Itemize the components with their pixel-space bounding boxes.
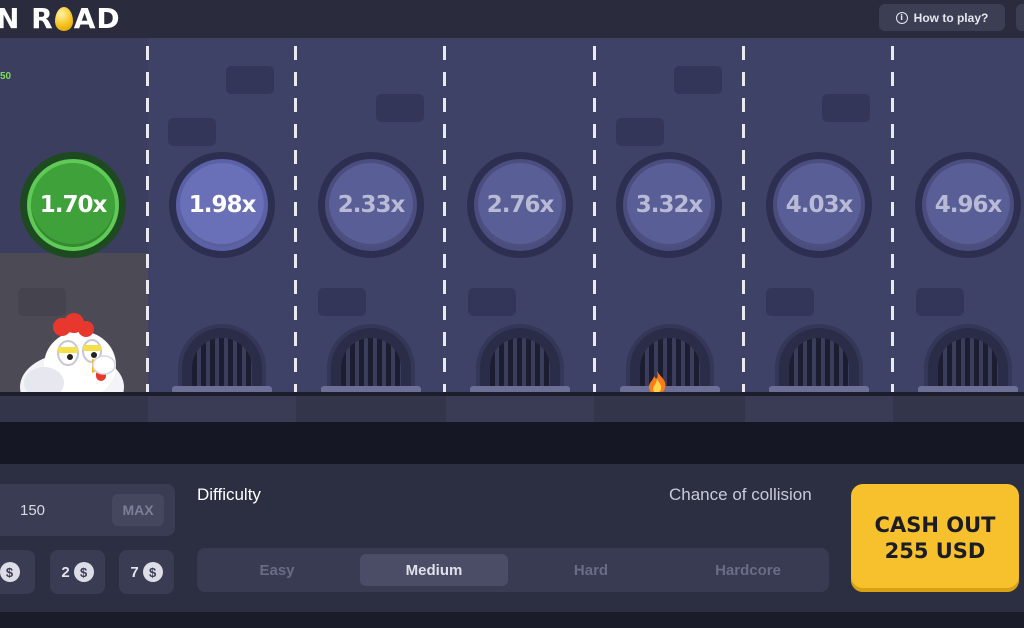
quick-bet-value: 7 bbox=[130, 563, 139, 581]
cash-out-button[interactable]: CASH OUT 255 USD bbox=[851, 484, 1019, 592]
control-panel: 150 MAX $ 2 $ 7 $ Difficulty Chance of c… bbox=[0, 464, 1024, 612]
chicken-character bbox=[20, 313, 124, 396]
logo-text-left: N R bbox=[0, 2, 54, 35]
lane-divider bbox=[891, 46, 894, 396]
game-logo: N R AD bbox=[0, 2, 121, 35]
difficulty-option-hardcore[interactable]: Hardcore bbox=[674, 554, 822, 586]
multiplier-label: 3.32x bbox=[635, 192, 704, 218]
wall-brick bbox=[18, 288, 66, 316]
road-shadow bbox=[0, 422, 1024, 464]
multiplier-label: 1.70x bbox=[39, 192, 108, 218]
sewer-grate bbox=[769, 324, 869, 396]
bet-amount-value[interactable]: 150 bbox=[20, 502, 45, 519]
wall-brick bbox=[376, 94, 424, 122]
lane-divider bbox=[146, 46, 149, 396]
logo-text-right: AD bbox=[73, 2, 121, 35]
bottom-strip bbox=[0, 612, 1024, 628]
dollar-icon: $ bbox=[73, 562, 94, 582]
top-bar: N R AD i How to play? bbox=[0, 0, 1024, 38]
menu-button[interactable] bbox=[1016, 4, 1024, 31]
multiplier-label: 2.33x bbox=[337, 192, 406, 218]
wall-brick bbox=[616, 118, 664, 146]
wall-brick bbox=[916, 288, 964, 316]
quick-bet-button[interactable]: 7 $ bbox=[119, 550, 174, 594]
multiplier-label: 4.03x bbox=[785, 192, 854, 218]
difficulty-option-easy[interactable]: Easy bbox=[203, 554, 351, 586]
difficulty-option-medium[interactable]: Medium bbox=[360, 554, 508, 586]
balance-indicator: 50 bbox=[0, 71, 12, 82]
sewer-grate bbox=[321, 324, 421, 396]
dollar-icon: $ bbox=[142, 562, 163, 582]
multiplier-coin-7[interactable]: 4.96x bbox=[915, 152, 1021, 258]
how-to-play-button[interactable]: i How to play? bbox=[879, 4, 1005, 31]
golden-egg-icon bbox=[54, 7, 73, 31]
multiplier-coin-3[interactable]: 2.33x bbox=[318, 152, 424, 258]
sewer-grate bbox=[470, 324, 570, 396]
multiplier-coin-5[interactable]: 3.32x bbox=[616, 152, 722, 258]
how-to-play-label: How to play? bbox=[913, 10, 989, 25]
sidewalk bbox=[0, 396, 1024, 422]
cash-out-label: CASH OUT bbox=[874, 513, 996, 537]
wall-brick bbox=[674, 66, 722, 94]
quick-bet-button[interactable]: 2 $ bbox=[50, 550, 105, 594]
wall-brick bbox=[168, 118, 216, 146]
quick-bet-value: 2 bbox=[61, 563, 70, 581]
multiplier-coin-2[interactable]: 1.98x bbox=[169, 152, 275, 258]
difficulty-selector: Easy Medium Hard Hardcore bbox=[197, 548, 829, 592]
wall-brick bbox=[468, 288, 516, 316]
lane-divider bbox=[742, 46, 745, 396]
info-icon: i bbox=[895, 11, 908, 24]
multiplier-label: 2.76x bbox=[486, 192, 555, 218]
dollar-icon: $ bbox=[0, 562, 20, 582]
multiplier-label: 4.96x bbox=[934, 192, 1003, 218]
game-board: 50 1.70x 1.98x 2.33x 2.76x 3.32x 4.03x 4… bbox=[0, 38, 1024, 396]
multiplier-coin-6[interactable]: 4.03x bbox=[766, 152, 872, 258]
sewer-grate bbox=[918, 324, 1018, 396]
quick-bet-button[interactable]: $ bbox=[0, 550, 35, 594]
wall-brick bbox=[822, 94, 870, 122]
fire-icon bbox=[649, 371, 666, 394]
multiplier-label: 1.98x bbox=[188, 192, 257, 218]
difficulty-label: Difficulty bbox=[197, 485, 261, 504]
lane-divider bbox=[294, 46, 297, 396]
wall-brick bbox=[226, 66, 274, 94]
sewer-grate bbox=[172, 324, 272, 396]
lane-divider bbox=[593, 46, 596, 396]
multiplier-coin-1[interactable]: 1.70x bbox=[20, 152, 126, 258]
max-bet-button[interactable]: MAX bbox=[112, 494, 164, 526]
collision-chance-label: Chance of collision bbox=[669, 485, 812, 504]
wall-brick bbox=[766, 288, 814, 316]
wall-brick bbox=[318, 288, 366, 316]
multiplier-coin-4[interactable]: 2.76x bbox=[467, 152, 573, 258]
cash-out-amount: 255 USD bbox=[884, 539, 986, 563]
lane-divider bbox=[443, 46, 446, 396]
difficulty-option-hard[interactable]: Hard bbox=[517, 554, 665, 586]
